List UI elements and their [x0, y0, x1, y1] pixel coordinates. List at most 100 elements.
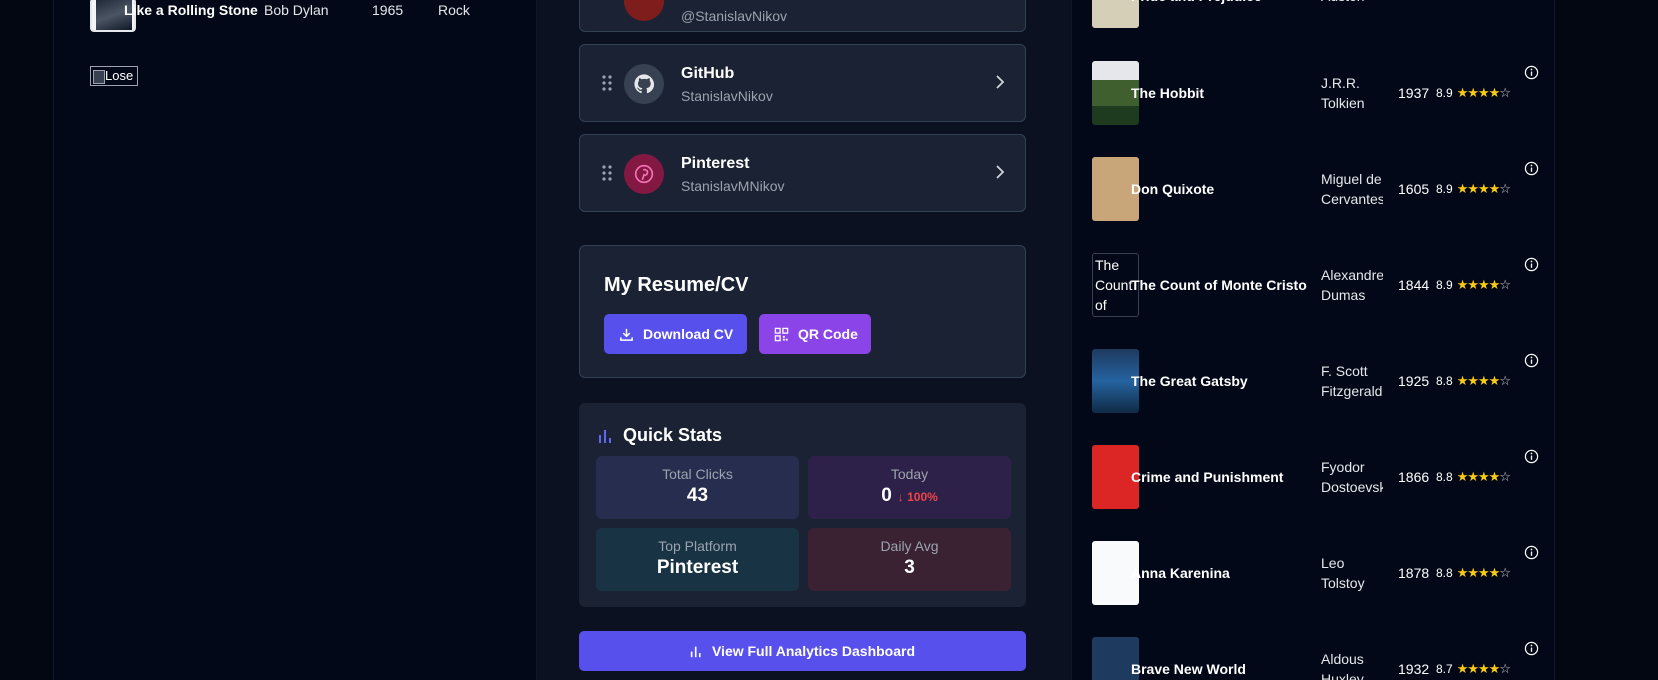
drag-handle-icon[interactable]: [602, 165, 612, 181]
book-year: 1844: [1398, 277, 1430, 293]
qr-code-button[interactable]: QR Code: [759, 314, 871, 354]
stat-change: ↓ 100%: [897, 490, 938, 504]
star-rating: ★★★★☆: [1456, 85, 1511, 100]
download-icon: [620, 328, 633, 341]
stat-value: 43: [686, 485, 709, 506]
link-name: Pinterest: [681, 155, 750, 172]
info-icon[interactable]: [1524, 257, 1539, 272]
social-link-card[interactable]: @StanislavNikov: [579, 0, 1026, 32]
star-rating: ★★★★☆: [1456, 565, 1511, 580]
rating-value: 8.9: [1436, 86, 1453, 100]
book-title: Crime and Punishment: [1131, 469, 1284, 485]
book-year: 1925: [1398, 373, 1430, 389]
book-title: Anna Karenina: [1131, 565, 1230, 581]
quick-stats-card: Quick Stats Total Clicks 43 Today 0 ↓ 100…: [579, 403, 1026, 607]
link-handle: StanislavMNikov: [681, 178, 785, 194]
rating-value: 8.9: [1436, 182, 1453, 196]
stat-daily-avg: Daily Avg 3: [808, 528, 1011, 591]
resume-card: My Resume/CV Download CV QR Code: [579, 245, 1026, 378]
rating-value: 8.8: [1436, 470, 1453, 484]
stat-total-clicks: Total Clicks 43: [596, 456, 799, 519]
quick-stats-title: Quick Stats: [623, 425, 723, 445]
qr-code-label: QR Code: [798, 326, 858, 342]
info-icon[interactable]: [1524, 449, 1539, 464]
book-row[interactable]: Brave New World Aldous Huxley 1932 8.7 ★★…: [1092, 637, 1539, 680]
info-icon[interactable]: [1524, 161, 1539, 176]
song-genre: Rock: [438, 2, 470, 18]
book-row[interactable]: The Hobbit J.R.R. Tolkien 1937 8.9 ★★★★☆: [1092, 61, 1539, 131]
link-name: GitHub: [681, 65, 735, 82]
book-author: Leo Tolstoy: [1321, 555, 1365, 591]
book-author: Miguel de Cervantes: [1321, 171, 1383, 207]
book-author: J.R.R. Tolkien: [1321, 75, 1365, 111]
song-year: 1965: [372, 2, 404, 18]
book-row[interactable]: The Count of The Count of Monte Cristo A…: [1092, 253, 1539, 323]
download-cv-button[interactable]: Download CV: [604, 314, 747, 354]
social-icon: [624, 0, 664, 21]
stat-value-row: 0 ↓ 100%: [808, 485, 1011, 507]
social-handle: @StanislavNikov: [681, 8, 788, 24]
star-rating: ★★★★☆: [1456, 661, 1511, 676]
info-icon[interactable]: [1524, 65, 1539, 80]
book-row[interactable]: The Great Gatsby F. Scott Fitzgerald 192…: [1092, 349, 1539, 419]
view-analytics-button[interactable]: View Full Analytics Dashboard: [579, 631, 1026, 671]
rating-value: 8.7: [1436, 662, 1453, 676]
drag-handle-icon[interactable]: [602, 75, 612, 91]
book-year: 1932: [1398, 661, 1430, 677]
book-title: Brave New World: [1131, 661, 1246, 677]
chevron-right-icon[interactable]: [995, 164, 1005, 180]
book-year: 1937: [1398, 85, 1430, 101]
stat-label: Total Clicks: [662, 466, 733, 482]
book-title: The Great Gatsby: [1131, 373, 1248, 389]
info-icon[interactable]: [1524, 545, 1539, 560]
link-handle: StanislavNikov: [681, 88, 773, 104]
star-rating: ★★★★☆: [1456, 277, 1511, 292]
star-rating: ★★★★☆: [1456, 181, 1511, 196]
book-title: The Hobbit: [1131, 85, 1205, 101]
book-rating: 8.8 ★★★★☆: [1436, 349, 1511, 413]
bar-chart-icon: [599, 430, 611, 443]
stat-value: 3: [904, 557, 915, 578]
profile-panel: @StanislavNikov GitHub StanislavNikov Pi…: [537, 0, 1071, 680]
book-rating: 8.9 ★★★★☆: [1436, 157, 1511, 221]
stat-today: Today 0 ↓ 100%: [808, 456, 1011, 519]
qr-code-icon: [774, 327, 789, 341]
resume-title: My Resume/CV: [604, 274, 749, 296]
book-rating: 8.7 ★★★★☆: [1436, 637, 1511, 680]
book-author: F. Scott Fitzgerald: [1321, 363, 1383, 399]
broken-image: Lose: [90, 66, 138, 86]
info-icon[interactable]: [1524, 353, 1539, 368]
book-title: The Count of Monte Cristo: [1131, 277, 1307, 293]
book-row[interactable]: Crime and Punishment Fyodor Dostoevsky 1…: [1092, 445, 1539, 515]
song-title: Like a Rolling Stone: [124, 2, 258, 18]
songs-panel: Like a Rolling Stone Bob Dylan 1965 Rock…: [53, 0, 537, 680]
star-rating: ★★★★☆: [1456, 469, 1511, 484]
song-row[interactable]: Like a Rolling Stone Bob Dylan 1965 Rock: [90, 0, 510, 32]
bar-chart-icon: [690, 646, 701, 657]
rating-value: 8.8: [1436, 566, 1453, 580]
stat-label: Today: [890, 466, 929, 482]
book-year: 1605: [1398, 181, 1430, 197]
chevron-right-icon[interactable]: [995, 74, 1005, 90]
social-link-pinterest[interactable]: Pinterest StanislavMNikov: [579, 134, 1026, 212]
book-author: Fyodor Dostoevsky: [1321, 459, 1383, 495]
stat-value: Pinterest: [656, 557, 739, 578]
book-author: Alexandre Dumas: [1321, 267, 1383, 303]
book-row[interactable]: Anna Karenina Leo Tolstoy 1878 8.8 ★★★★☆: [1092, 541, 1539, 611]
book-row[interactable]: Pride and Prejudice Austen: [1092, 0, 1532, 34]
stat-label: Daily Avg: [880, 538, 939, 554]
book-author: Aldous Huxley: [1321, 651, 1364, 680]
info-icon[interactable]: [1524, 641, 1539, 656]
github-icon: [624, 64, 664, 104]
star-rating: ★★★★☆: [1456, 373, 1511, 388]
book-author: Austen: [1321, 0, 1383, 28]
book-rating: 8.8 ★★★★☆: [1436, 445, 1511, 509]
social-link-github[interactable]: GitHub StanislavNikov: [579, 44, 1026, 122]
book-row[interactable]: Don Quixote Miguel de Cervantes 1605 8.9…: [1092, 157, 1539, 227]
download-cv-label: Download CV: [643, 326, 734, 342]
book-rating: 8.9 ★★★★☆: [1436, 61, 1511, 125]
book-year: 1878: [1398, 565, 1430, 581]
stat-top-platform: Top Platform Pinterest: [596, 528, 799, 591]
book-rating: 8.9 ★★★★☆: [1436, 253, 1511, 317]
books-panel: Pride and Prejudice Austen The Hobbit J.…: [1071, 0, 1555, 680]
